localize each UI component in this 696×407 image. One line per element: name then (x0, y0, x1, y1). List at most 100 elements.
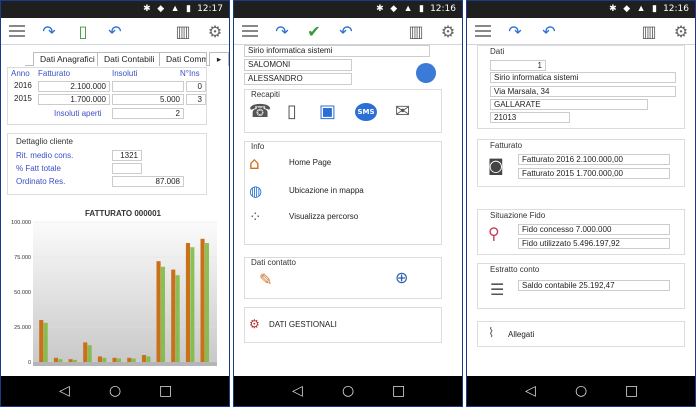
allegati-button[interactable]: ⌇ Allegati (477, 321, 685, 347)
back-icon[interactable]: ↶ (105, 22, 125, 42)
gear-icon[interactable]: ⚙ (205, 22, 225, 42)
barcode-icon[interactable]: ▥ (173, 22, 193, 42)
fido-title: Situazione Fido (490, 211, 546, 220)
tab-dati-commerciali[interactable]: Dati Comm (159, 52, 207, 66)
fido-concesso[interactable]: Fido concesso 7.000.000 (518, 224, 670, 235)
info-home-page[interactable]: Home Page (289, 158, 331, 167)
nav-back-icon[interactable]: ◁ (292, 383, 303, 399)
phone-screen-dati-contabili: ✱ ◆ ▲ ▮ 12:17 ↷ ▯ ↶ ▥ ⚙ Dati Anagrafici … (0, 0, 230, 407)
nav-home-icon[interactable]: ○ (575, 383, 587, 399)
fatt-totale-value[interactable] (112, 163, 142, 174)
ordinato-value[interactable]: 87.008 (112, 176, 184, 187)
chart-bar (102, 357, 107, 362)
save-check-icon[interactable]: ✔ (304, 22, 324, 42)
tab-dati-contabili[interactable]: Dati Contabili (97, 52, 162, 66)
menu-icon[interactable] (7, 22, 27, 42)
chart-bar (141, 355, 146, 362)
surname-field[interactable]: SALOMONI (244, 59, 352, 71)
avatar[interactable] (416, 63, 436, 83)
fatturato-table: Anno Fatturato Insoluti N°Ins 2016 2.100… (7, 67, 207, 125)
nav-recents-icon[interactable]: □ (392, 383, 405, 399)
chart-bar (127, 357, 132, 362)
content-area: Dati 1 Sirio informatica sistemi Via Mar… (467, 45, 695, 376)
dati-gestionali-button[interactable]: ⚙ DATI GESTIONALI (244, 307, 442, 343)
address-field[interactable]: Via Marsala, 34 (490, 86, 676, 97)
nav-home-icon[interactable]: ○ (342, 383, 354, 399)
nav-recents-icon[interactable]: □ (625, 383, 638, 399)
row1-nins[interactable]: 0 (186, 81, 206, 92)
status-icons: ✱ ◆ ▲ ▮ (376, 3, 426, 13)
fido-search-icon[interactable]: ⚲ (488, 224, 500, 243)
info-ubicazione[interactable]: Ubicazione in mappa (289, 186, 364, 195)
name-field[interactable]: ALESSANDRO (244, 73, 352, 85)
tab-dati-anagrafici[interactable]: Dati Anagrafici (33, 52, 102, 66)
back-icon[interactable]: ↶ (336, 22, 356, 42)
email-icon[interactable]: ✉ (395, 101, 410, 122)
home-icon[interactable]: ⌂ (249, 154, 260, 174)
rit-medio-value[interactable]: 1321 (112, 150, 142, 161)
chart-bar (58, 359, 63, 362)
toolbar: ↷ ↶ ▥ ⚙ (467, 18, 695, 45)
web-globe-icon[interactable]: ⊕ (395, 268, 408, 287)
sms-icon[interactable]: SMS (355, 103, 377, 121)
row1-fatturato[interactable]: 2.100.000 (38, 81, 110, 92)
nav-recents-icon[interactable]: □ (159, 383, 172, 399)
dati-title: Dati (490, 47, 505, 56)
menu-icon[interactable] (473, 22, 493, 42)
camera-icon[interactable]: ◙ (488, 156, 504, 175)
info-percorso[interactable]: Visualizza percorso (289, 212, 358, 221)
estratto-conto-box: Estratto conto ☰ Saldo contabile 25.192,… (477, 263, 685, 309)
dettaglio-title: Dettaglio cliente (16, 137, 73, 146)
redo-icon[interactable]: ↷ (505, 22, 525, 42)
status-bar: ✱ ◆ ▲ ▮ 12:16 (467, 1, 695, 18)
exit-door-icon[interactable]: ▯ (73, 22, 93, 42)
chart-title: FATTURATO 000001 (85, 210, 162, 218)
footsteps-icon[interactable]: ⁘ (249, 208, 262, 226)
recapiti-box: Recapiti ☎ ▯ ▣ SMS ✉ (244, 89, 442, 133)
ledger-icon[interactable]: ☰ (490, 280, 504, 299)
zip-field[interactable]: 21013 (490, 112, 570, 123)
fido-utilizzato[interactable]: Fido utilizzato 5.496.197,92 (518, 238, 670, 249)
ordinato-label: Ordinato Res. (16, 177, 66, 186)
row1-insoluti[interactable] (112, 81, 184, 92)
nav-home-icon[interactable]: ○ (109, 383, 121, 399)
back-icon[interactable]: ↶ (539, 22, 559, 42)
row2-insoluti[interactable]: 5.000 (112, 94, 184, 105)
chart-bar (68, 359, 73, 362)
gear-icon[interactable]: ⚙ (671, 22, 691, 42)
fatturato-2015[interactable]: Fatturato 2015 1.700.000,00 (518, 168, 670, 179)
insoluti-aperti-value[interactable]: 2 (112, 108, 184, 119)
company-field[interactable]: Sirio informatica sistemi (244, 45, 430, 57)
fatturato-chart: FATTURATO 000001 100.000 75.000 50.000 25.0… (11, 210, 217, 366)
y-tick-label: 50.000 (14, 290, 31, 296)
row2-nins[interactable]: 3 (186, 94, 206, 105)
edit-contact-icon[interactable]: ✎ (259, 270, 272, 289)
globe-pin-icon[interactable]: ◍ (249, 182, 262, 200)
chart-bar (53, 357, 58, 362)
row2-fatturato[interactable]: 1.700.000 (38, 94, 110, 105)
col-header-nins: N°Ins (180, 69, 200, 78)
fatt-totale-label: % Fatt totale (16, 164, 61, 173)
tab-scroll-right-icon[interactable]: ▸ (209, 52, 229, 66)
code-field[interactable]: 1 (490, 60, 546, 71)
gear-icon[interactable]: ⚙ (438, 22, 458, 42)
computer-icon[interactable]: ▣ (319, 101, 336, 122)
barcode-icon[interactable]: ▥ (639, 22, 659, 42)
fatturato-2016[interactable]: Fatturato 2016 2.100.000,00 (518, 154, 670, 165)
nav-back-icon[interactable]: ◁ (525, 383, 536, 399)
content-area: Dati Anagrafici Dati Contabili Dati Comm… (1, 45, 229, 376)
mobile-icon[interactable]: ▯ (287, 101, 297, 122)
company-field[interactable]: Sirio informatica sistemi (490, 72, 676, 83)
redo-icon[interactable]: ↷ (272, 22, 292, 42)
phone-icon[interactable]: ☎ (249, 101, 271, 122)
nav-back-icon[interactable]: ◁ (59, 383, 70, 399)
phone-screen-contatto: ✱ ◆ ▲ ▮ 12:16 ↷ ✔ ↶ ▥ ⚙ Sirio informatic… (233, 0, 463, 407)
chart-bar (175, 275, 180, 362)
col-header-fatturato: Fatturato (38, 69, 71, 78)
saldo-contabile[interactable]: Saldo contabile 25.192,47 (518, 280, 670, 291)
city-field[interactable]: GALLARATE (490, 99, 648, 110)
menu-icon[interactable] (240, 22, 260, 42)
barcode-icon[interactable]: ▥ (406, 22, 426, 42)
status-time: 12:16 (430, 4, 456, 14)
redo-icon[interactable]: ↷ (39, 22, 59, 42)
